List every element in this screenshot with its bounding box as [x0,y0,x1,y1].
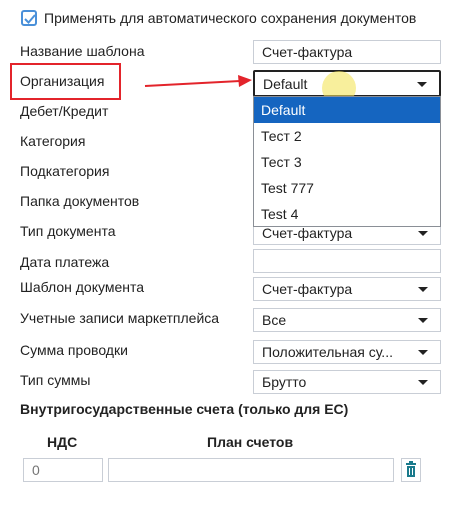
subcategory-label: Подкатегория [20,163,110,179]
auto-save-label: Применять для автоматического сохранения… [44,10,417,26]
dropdown-option-test-4[interactable]: Test 4 [254,201,440,227]
posting-amount-select[interactable]: Положительная су... [253,340,441,364]
amount-type-value: Брутто [262,374,307,390]
document-template-label: Шаблон документа [20,279,145,295]
vat-column-header: НДС [47,434,78,450]
chevron-down-icon [418,380,428,385]
checkmark-icon [24,14,36,24]
chart-of-accounts-input[interactable] [108,458,394,482]
organization-label: Организация [20,73,105,89]
delete-row-button[interactable] [401,458,421,482]
payment-date-label: Дата платежа [20,254,110,270]
dropdown-option-default[interactable]: Default [254,97,440,123]
category-label: Категория [20,133,86,149]
document-template-select[interactable]: Счет-фактура [253,277,441,301]
chart-of-accounts-column-header: План счетов [207,434,294,450]
chevron-down-icon [418,231,428,236]
documents-folder-label: Папка документов [20,193,140,209]
marketplace-accounts-value: Все [262,312,287,328]
chevron-down-icon [417,82,427,87]
dropdown-option-test-3[interactable]: Тест 3 [254,149,440,175]
dropdown-option-test-2[interactable]: Тест 2 [254,123,440,149]
amount-type-label: Тип суммы [20,372,91,388]
red-arrow-annotation [144,75,252,87]
amount-type-select[interactable]: Брутто [253,370,441,394]
organization-select-value: Default [263,76,308,92]
payment-date-input[interactable] [253,249,441,273]
dropdown-option-test-777[interactable]: Test 777 [254,175,440,201]
posting-amount-label: Сумма проводки [20,342,128,358]
template-name-label: Название шаблона [20,43,145,59]
template-name-input[interactable]: Счет-фактура [253,40,441,64]
organization-dropdown-list: Default Тест 2 Тест 3 Test 777 Test 4 [253,96,441,227]
document-type-label: Тип документа [20,223,116,239]
chevron-down-icon [418,350,428,355]
chevron-down-icon [418,318,428,323]
debit-credit-label: Дебет/Кредит [20,103,109,119]
trash-icon [406,461,416,477]
document-template-value: Счет-фактура [262,281,353,297]
marketplace-accounts-label: Учетные записи маркетплейса [20,310,220,326]
auto-save-checkbox[interactable] [21,10,37,26]
chevron-down-icon [418,287,428,292]
intrastate-section-title: Внутригосударственные счета (только для … [20,401,349,417]
marketplace-accounts-select[interactable]: Все [253,308,441,332]
vat-input[interactable] [23,458,103,482]
posting-amount-value: Положительная су... [262,344,393,360]
